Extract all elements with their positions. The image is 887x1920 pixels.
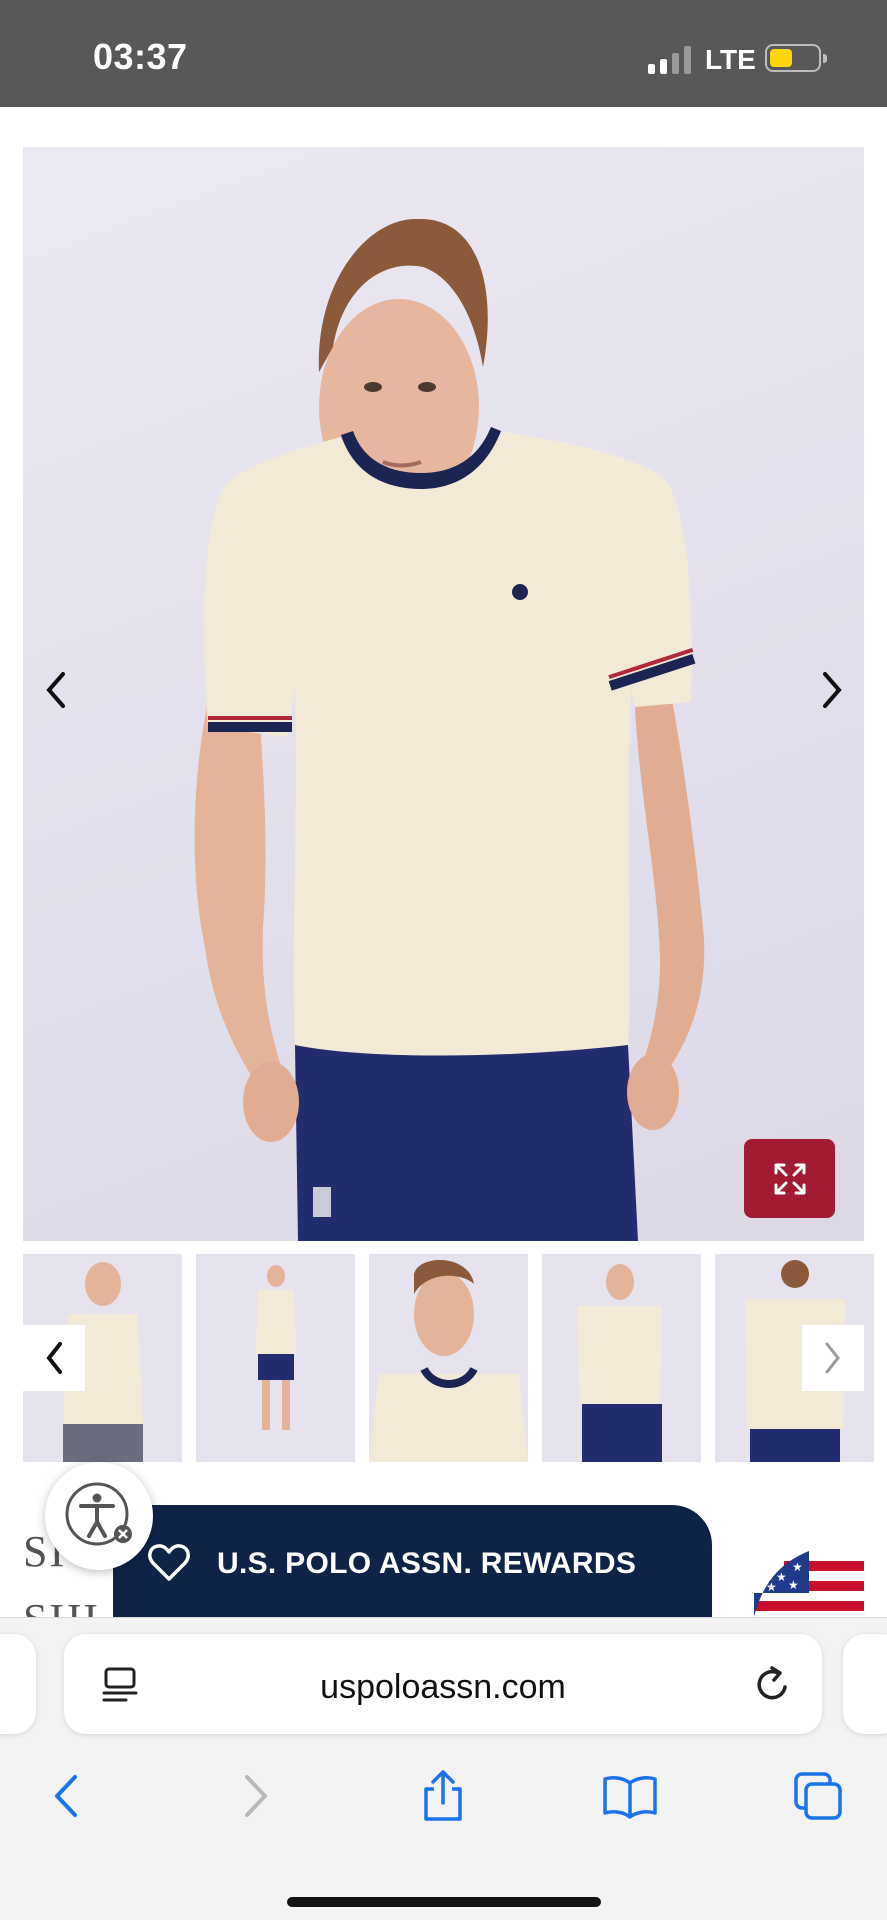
expand-icon — [774, 1163, 805, 1194]
thumbnail-4[interactable] — [542, 1254, 701, 1462]
next-tab-peek[interactable] — [843, 1634, 887, 1734]
svg-text:★: ★ — [766, 1580, 777, 1594]
battery-icon — [765, 44, 827, 72]
address-bar[interactable]: uspoloassn.com — [64, 1634, 822, 1734]
svg-text:★: ★ — [788, 1578, 799, 1592]
tabs-button[interactable] — [788, 1766, 848, 1826]
accessibility-button[interactable] — [45, 1462, 153, 1570]
share-button[interactable] — [413, 1766, 473, 1826]
chevron-right-icon — [825, 1342, 840, 1374]
svg-text:★: ★ — [776, 1570, 787, 1584]
chevron-right-icon — [823, 672, 842, 708]
rewards-banner[interactable]: U.S. POLO ASSN. REWARDS — [113, 1505, 712, 1617]
tabs-icon — [794, 1772, 842, 1820]
bookmarks-button[interactable] — [600, 1766, 660, 1826]
signal-icon — [648, 46, 693, 74]
bookmarks-icon — [603, 1776, 657, 1819]
chevron-left-icon — [46, 672, 65, 708]
thumbnail-next-button[interactable] — [802, 1325, 864, 1391]
back-button[interactable] — [36, 1766, 96, 1826]
forward-icon — [245, 1775, 267, 1817]
product-main-image[interactable] — [23, 147, 864, 1241]
us-flag-icon[interactable]: ★ ★ ★ ★ — [754, 1545, 864, 1617]
thumbnail-2[interactable] — [196, 1254, 355, 1462]
thumbnail-strip — [23, 1254, 887, 1462]
svg-text:★: ★ — [792, 1560, 803, 1574]
network-label: LTE — [705, 44, 756, 75]
rewards-label: U.S. POLO ASSN. REWARDS — [217, 1547, 637, 1580]
heart-icon — [148, 1544, 190, 1581]
forward-button[interactable] — [226, 1766, 286, 1826]
home-indicator — [287, 1897, 601, 1907]
model-photo — [194, 218, 705, 1241]
gallery-prev-button[interactable] — [35, 660, 75, 720]
url-text: uspoloassn.com — [320, 1668, 566, 1706]
gallery-next-button[interactable] — [813, 660, 853, 720]
status-time: 03:37 — [93, 36, 188, 77]
browser-chrome: uspoloassn.com — [0, 1617, 887, 1920]
status-bar: 03:37 LTE — [0, 0, 887, 107]
chevron-left-icon — [46, 1342, 62, 1374]
zoom-button[interactable] — [744, 1139, 835, 1218]
thumbnail-prev-button[interactable] — [23, 1325, 85, 1391]
reload-icon[interactable] — [754, 1665, 792, 1705]
thumbnail-3[interactable] — [369, 1254, 528, 1462]
back-icon — [55, 1775, 77, 1817]
prev-tab-peek[interactable] — [0, 1634, 36, 1734]
accessibility-icon — [65, 1482, 132, 1546]
share-icon — [424, 1770, 462, 1821]
